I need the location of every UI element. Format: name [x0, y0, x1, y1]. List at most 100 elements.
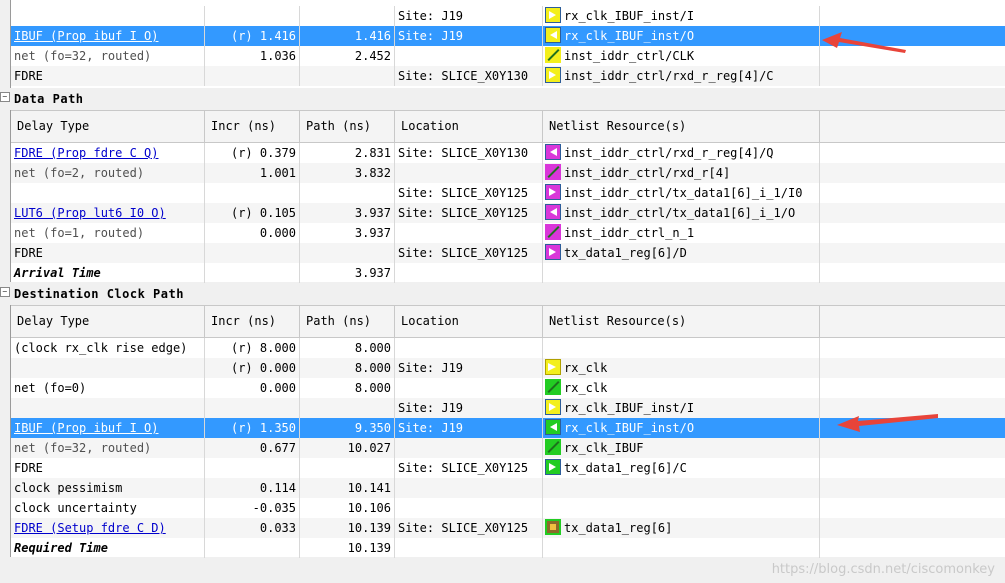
table-row[interactable]: FDRE (Prop fdre C Q) (r) 0.379 2.831 Site: … — [11, 143, 1005, 163]
cell-text: Site: SLICE_X0Y125 — [398, 206, 529, 220]
table-row[interactable]: FDRE (Setup fdre C D) 0.033 10.139 Site: SL… — [11, 518, 1005, 538]
cell-link[interactable]: LUT6 (Prop lut6 I0 O) — [14, 206, 166, 220]
location-cell: Site: SLICE_X0Y130 — [395, 66, 543, 86]
path-cell: 10.139 — [300, 518, 395, 538]
net-icon — [545, 164, 561, 180]
cell-text: -0.035 — [252, 501, 296, 515]
location-cell: Site: SLICE_X0Y125 — [395, 243, 543, 263]
table-row[interactable]: net (fo=32, routed) 1.036 2.452 inst_iddr_c… — [11, 46, 1005, 66]
table-row[interactable]: Site: J19 rx_clk_IBUF_inst/I — [11, 398, 1005, 418]
location-cell: Site: SLICE_X0Y130 — [395, 143, 543, 163]
table-row[interactable]: net (fo=32, routed) 0.677 10.027 rx_clk_IBU… — [11, 438, 1005, 458]
column-header[interactable]: Incr (ns) — [205, 306, 300, 337]
incr-cell: (r) 0.000 — [205, 358, 300, 378]
table-row[interactable]: Site: J19 rx_clk_IBUF_inst/I — [11, 6, 1005, 26]
delay-type-cell — [11, 398, 205, 418]
port-icon — [545, 359, 561, 375]
data-path-grid: Delay Type Incr (ns) Path (ns) Location Netl… — [10, 110, 1005, 283]
dest-clock-path-section-header[interactable]: − Destination Clock Path — [0, 285, 1005, 303]
column-header[interactable]: Delay Type — [11, 306, 205, 337]
cell-text: (r) 0.105 — [230, 206, 296, 220]
table-row[interactable]: net (fo=2, routed) 1.001 3.832 inst_iddr_ct… — [11, 163, 1005, 183]
column-header[interactable]: Netlist Resource(s) — [543, 306, 820, 337]
incr-cell: 0.677 — [205, 438, 300, 458]
net-icon — [545, 439, 561, 455]
cell-text: rx_clk_IBUF_inst/O — [564, 421, 695, 435]
location-cell: Site: SLICE_X0Y125 — [395, 183, 543, 203]
cell-text: 0.033 — [259, 521, 296, 535]
column-header[interactable]: Incr (ns) — [205, 111, 300, 142]
path-cell: 8.000 — [300, 378, 395, 398]
cell-link[interactable]: FDRE (Prop fdre C Q) — [14, 146, 159, 160]
cell-link[interactable]: IBUF (Prop ibuf I O) — [14, 421, 159, 435]
cell-text: (r) 1.416 — [230, 29, 296, 43]
table-row[interactable]: (r) 0.000 8.000 Site: J19 rx_clk — [11, 358, 1005, 378]
cell-link[interactable]: IBUF (Prop ibuf I O) — [14, 29, 159, 43]
cell-link[interactable]: FDRE (Setup fdre C D) — [14, 521, 166, 535]
delay-type-cell: clock pessimism — [11, 478, 205, 498]
table-row[interactable]: FDRE Site: SLICE_X0Y125 tx_data1_reg[6]/D — [11, 243, 1005, 263]
table-row[interactable]: net (fo=1, routed) 0.000 3.937 inst_iddr_ct… — [11, 223, 1005, 243]
incr-cell: 0.000 — [205, 378, 300, 398]
column-header[interactable]: Location — [395, 111, 543, 142]
delay-type-cell: FDRE (Prop fdre C Q) — [11, 143, 205, 163]
cell-text: (r) 0.379 — [230, 146, 296, 160]
table-row[interactable]: (clock rx_clk rise edge) (r) 8.000 8.000 — [11, 338, 1005, 358]
cell-text: 10.141 — [347, 481, 391, 495]
table-row[interactable]: Required Time 10.139 — [11, 538, 1005, 558]
table-row[interactable]: net (fo=0) 0.000 8.000 rx_clk — [11, 378, 1005, 398]
location-cell — [395, 538, 543, 558]
table-row[interactable]: Arrival Time 3.937 — [11, 263, 1005, 283]
table-row[interactable]: FDRE Site: SLICE_X0Y130 inst_iddr_ctrl/rxd… — [11, 66, 1005, 86]
path-cell: 10.141 — [300, 478, 395, 498]
delay-type-cell — [11, 183, 205, 203]
cell-text: rx_clk_IBUF_inst/I — [564, 401, 695, 415]
output-pin-icon — [545, 27, 561, 43]
netlist-resource-cell: inst_iddr_ctrl_n_1 — [543, 223, 820, 243]
input-pin-icon — [545, 7, 561, 23]
path-cell — [300, 398, 395, 418]
column-header[interactable]: Location — [395, 306, 543, 337]
incr-cell — [205, 263, 300, 283]
cell-text: 0.000 — [259, 226, 296, 240]
collapse-icon[interactable]: − — [0, 92, 10, 102]
collapse-icon[interactable]: − — [0, 287, 10, 297]
location-cell — [395, 438, 543, 458]
netlist-resource-cell — [543, 478, 820, 498]
incr-cell: 0.033 — [205, 518, 300, 538]
cell-text: 8.000 — [354, 381, 391, 395]
cell-text: 10.139 — [347, 521, 391, 535]
incr-cell — [205, 398, 300, 418]
delay-type-cell: net (fo=0) — [11, 378, 205, 398]
column-header[interactable]: Path (ns) — [300, 306, 395, 337]
incr-cell: -0.035 — [205, 498, 300, 518]
netlist-resource-cell: rx_clk_IBUF_inst/I — [543, 6, 820, 26]
cell-text: FDRE — [14, 246, 43, 260]
netlist-resource-cell: rx_clk — [543, 378, 820, 398]
table-row-selected[interactable]: IBUF (Prop ibuf I O) (r) 1.350 9.350 Site: … — [11, 418, 1005, 438]
cell-text: Site: SLICE_X0Y130 — [398, 146, 529, 160]
data-path-section-header[interactable]: − Data Path — [0, 90, 1005, 108]
column-header[interactable]: Path (ns) — [300, 111, 395, 142]
table-row[interactable]: Site: SLICE_X0Y125 inst_iddr_ctrl/tx_data… — [11, 183, 1005, 203]
table-row[interactable]: clock uncertainty -0.035 10.106 — [11, 498, 1005, 518]
column-header[interactable]: Netlist Resource(s) — [543, 111, 820, 142]
cell-text: FDRE — [14, 69, 43, 83]
table-row-selected[interactable]: IBUF (Prop ibuf I O) (r) 1.416 1.416 Site: … — [11, 26, 1005, 46]
delay-type-cell: FDRE (Setup fdre C D) — [11, 518, 205, 538]
table-row[interactable]: clock pessimism 0.114 10.141 — [11, 478, 1005, 498]
column-header[interactable]: Delay Type — [11, 111, 205, 142]
netlist-resource-cell: rx_clk_IBUF_inst/O — [543, 26, 820, 46]
table-row[interactable]: FDRE Site: SLICE_X0Y125 tx_data1_reg[6]/C — [11, 458, 1005, 478]
delay-type-cell: FDRE — [11, 66, 205, 86]
netlist-resource-cell: inst_iddr_ctrl/tx_data1[6]_i_1/I0 — [543, 183, 820, 203]
source-clock-path-grid: Site: J19 rx_clk_IBUF_inst/I IBUF (Prop ib… — [10, 0, 1005, 88]
path-cell: 1.416 — [300, 26, 395, 46]
location-cell — [395, 263, 543, 283]
incr-cell — [205, 538, 300, 558]
incr-cell — [205, 183, 300, 203]
cell-text: Site: J19 — [398, 9, 464, 23]
table-row[interactable]: LUT6 (Prop lut6 I0 O) (r) 0.105 3.937 Site:… — [11, 203, 1005, 223]
net-icon — [545, 224, 561, 240]
input-pin-icon — [545, 67, 561, 83]
